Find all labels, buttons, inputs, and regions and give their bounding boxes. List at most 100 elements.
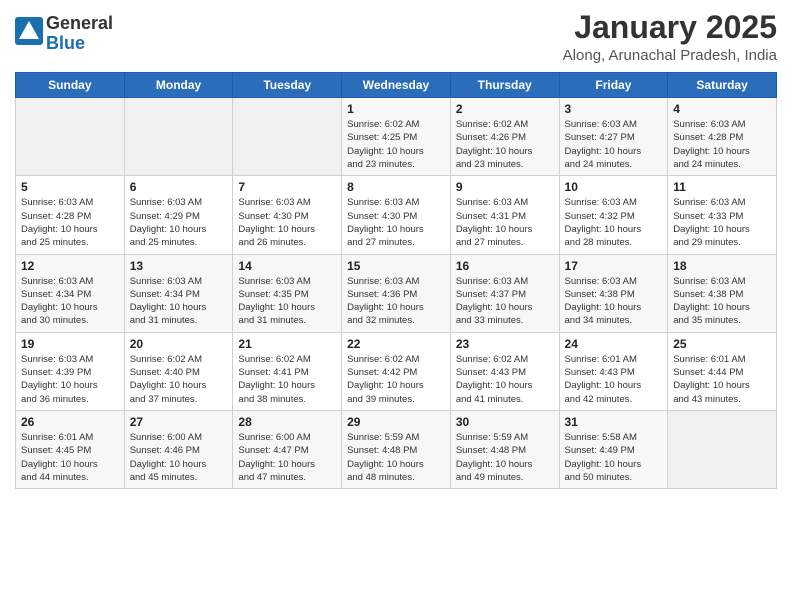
day-info: Sunrise: 6:02 AMSunset: 4:41 PMDaylight:… (238, 353, 336, 406)
day-cell (233, 98, 342, 176)
day-number: 1 (347, 102, 445, 116)
day-cell: 26 Sunrise: 6:01 AMSunset: 4:45 PMDayligh… (16, 410, 125, 488)
day-number: 5 (21, 180, 119, 194)
day-cell: 28 Sunrise: 6:00 AMSunset: 4:47 PMDayligh… (233, 410, 342, 488)
day-number: 21 (238, 337, 336, 351)
day-cell: 7Sunrise: 6:03 AMSunset: 4:30 PMDaylight… (233, 176, 342, 254)
day-info: Sunrise: 5:59 AMSunset: 4:48 PMDaylight:… (456, 431, 554, 484)
day-cell: 21 Sunrise: 6:02 AMSunset: 4:41 PMDayligh… (233, 332, 342, 410)
title-block: January 2025 Along, Arunachal Pradesh, I… (563, 10, 777, 64)
day-cell: 22 Sunrise: 6:02 AMSunset: 4:42 PMDayligh… (342, 332, 451, 410)
day-info: Sunrise: 6:03 AMSunset: 4:38 PMDaylight:… (673, 275, 771, 328)
day-number: 3 (565, 102, 663, 116)
day-cell: 1Sunrise: 6:02 AMSunset: 4:25 PMDaylight… (342, 98, 451, 176)
day-cell: 13 Sunrise: 6:03 AMSunset: 4:34 PMDayligh… (124, 254, 233, 332)
day-number: 26 (21, 415, 119, 429)
day-info: Sunrise: 6:00 AMSunset: 4:46 PMDaylight:… (130, 431, 228, 484)
calendar-table: SundayMondayTuesdayWednesdayThursdayFrid… (15, 72, 777, 489)
day-info: Sunrise: 6:03 AMSunset: 4:35 PMDaylight:… (238, 275, 336, 328)
day-info: Sunrise: 6:03 AMSunset: 4:33 PMDaylight:… (673, 196, 771, 249)
logo-icon (15, 17, 43, 45)
day-number: 7 (238, 180, 336, 194)
day-number: 9 (456, 180, 554, 194)
day-info: Sunrise: 6:01 AMSunset: 4:43 PMDaylight:… (565, 353, 663, 406)
day-number: 19 (21, 337, 119, 351)
week-row-4: 19Sunrise: 6:03 AMSunset: 4:39 PMDayligh… (16, 332, 777, 410)
day-cell: 16Sunrise: 6:03 AMSunset: 4:37 PMDayligh… (450, 254, 559, 332)
day-number: 14 (238, 259, 336, 273)
day-number: 16 (456, 259, 554, 273)
day-number: 23 (456, 337, 554, 351)
day-info: Sunrise: 6:00 AMSunset: 4:47 PMDaylight:… (238, 431, 336, 484)
day-number: 29 (347, 415, 445, 429)
day-cell: 30 Sunrise: 5:59 AMSunset: 4:48 PMDayligh… (450, 410, 559, 488)
day-number: 15 (347, 259, 445, 273)
day-cell: 12 Sunrise: 6:03 AMSunset: 4:34 PMDayligh… (16, 254, 125, 332)
day-number: 17 (565, 259, 663, 273)
day-info: Sunrise: 6:03 AMSunset: 4:34 PMDaylight:… (130, 275, 228, 328)
week-row-2: 5 Sunrise: 6:03 AMSunset: 4:28 PMDaylight… (16, 176, 777, 254)
day-cell: 29 Sunrise: 5:59 AMSunset: 4:48 PMDayligh… (342, 410, 451, 488)
day-cell: 25Sunrise: 6:01 AMSunset: 4:44 PMDayligh… (668, 332, 777, 410)
weekday-header-friday: Friday (559, 73, 668, 98)
location: Along, Arunachal Pradesh, India (563, 47, 777, 64)
day-number: 22 (347, 337, 445, 351)
day-info: Sunrise: 6:03 AMSunset: 4:28 PMDaylight:… (673, 118, 771, 171)
day-cell: 8Sunrise: 6:03 AMSunset: 4:30 PMDaylight… (342, 176, 451, 254)
day-info: Sunrise: 6:02 AMSunset: 4:26 PMDaylight:… (456, 118, 554, 171)
weekday-header-row: SundayMondayTuesdayWednesdayThursdayFrid… (16, 73, 777, 98)
page-container: General Blue January 2025 Along, Arunach… (0, 0, 792, 504)
day-info: Sunrise: 5:59 AMSunset: 4:48 PMDaylight:… (347, 431, 445, 484)
weekday-header-wednesday: Wednesday (342, 73, 451, 98)
day-number: 11 (673, 180, 771, 194)
day-info: Sunrise: 6:03 AMSunset: 4:32 PMDaylight:… (565, 196, 663, 249)
day-number: 28 (238, 415, 336, 429)
weekday-header-thursday: Thursday (450, 73, 559, 98)
logo-blue-text: Blue (46, 33, 85, 53)
weekday-header-saturday: Saturday (668, 73, 777, 98)
day-number: 30 (456, 415, 554, 429)
day-number: 10 (565, 180, 663, 194)
logo: General Blue (15, 14, 113, 54)
month-title: January 2025 (563, 10, 777, 45)
day-number: 6 (130, 180, 228, 194)
day-info: Sunrise: 6:01 AMSunset: 4:44 PMDaylight:… (673, 353, 771, 406)
day-info: Sunrise: 6:03 AMSunset: 4:36 PMDaylight:… (347, 275, 445, 328)
logo-text: General Blue (46, 14, 113, 54)
weekday-header-monday: Monday (124, 73, 233, 98)
day-number: 12 (21, 259, 119, 273)
day-info: Sunrise: 6:03 AMSunset: 4:34 PMDaylight:… (21, 275, 119, 328)
week-row-5: 26 Sunrise: 6:01 AMSunset: 4:45 PMDayligh… (16, 410, 777, 488)
logo-general-text: General (46, 13, 113, 33)
day-cell: 24 Sunrise: 6:01 AMSunset: 4:43 PMDayligh… (559, 332, 668, 410)
day-info: Sunrise: 6:03 AMSunset: 4:27 PMDaylight:… (565, 118, 663, 171)
day-cell: 2Sunrise: 6:02 AMSunset: 4:26 PMDaylight… (450, 98, 559, 176)
week-row-1: 1Sunrise: 6:02 AMSunset: 4:25 PMDaylight… (16, 98, 777, 176)
day-cell: 19Sunrise: 6:03 AMSunset: 4:39 PMDayligh… (16, 332, 125, 410)
day-number: 31 (565, 415, 663, 429)
day-number: 18 (673, 259, 771, 273)
day-cell: 17 Sunrise: 6:03 AMSunset: 4:38 PMDayligh… (559, 254, 668, 332)
day-cell: 15 Sunrise: 6:03 AMSunset: 4:36 PMDayligh… (342, 254, 451, 332)
day-cell: 31Sunrise: 5:58 AMSunset: 4:49 PMDayligh… (559, 410, 668, 488)
day-cell: 4 Sunrise: 6:03 AMSunset: 4:28 PMDaylight… (668, 98, 777, 176)
day-info: Sunrise: 6:02 AMSunset: 4:43 PMDaylight:… (456, 353, 554, 406)
header: General Blue January 2025 Along, Arunach… (15, 10, 777, 64)
day-info: Sunrise: 6:03 AMSunset: 4:38 PMDaylight:… (565, 275, 663, 328)
day-info: Sunrise: 6:03 AMSunset: 4:31 PMDaylight:… (456, 196, 554, 249)
day-info: Sunrise: 6:02 AMSunset: 4:42 PMDaylight:… (347, 353, 445, 406)
day-info: Sunrise: 6:02 AMSunset: 4:40 PMDaylight:… (130, 353, 228, 406)
day-number: 24 (565, 337, 663, 351)
day-number: 13 (130, 259, 228, 273)
day-cell: 9 Sunrise: 6:03 AMSunset: 4:31 PMDaylight… (450, 176, 559, 254)
day-cell (16, 98, 125, 176)
week-row-3: 12 Sunrise: 6:03 AMSunset: 4:34 PMDayligh… (16, 254, 777, 332)
day-cell: 11 Sunrise: 6:03 AMSunset: 4:33 PMDayligh… (668, 176, 777, 254)
day-info: Sunrise: 6:03 AMSunset: 4:29 PMDaylight:… (130, 196, 228, 249)
day-info: Sunrise: 6:03 AMSunset: 4:28 PMDaylight:… (21, 196, 119, 249)
day-number: 4 (673, 102, 771, 116)
day-info: Sunrise: 6:01 AMSunset: 4:45 PMDaylight:… (21, 431, 119, 484)
day-cell: 20Sunrise: 6:02 AMSunset: 4:40 PMDayligh… (124, 332, 233, 410)
day-number: 8 (347, 180, 445, 194)
day-cell: 6 Sunrise: 6:03 AMSunset: 4:29 PMDaylight… (124, 176, 233, 254)
